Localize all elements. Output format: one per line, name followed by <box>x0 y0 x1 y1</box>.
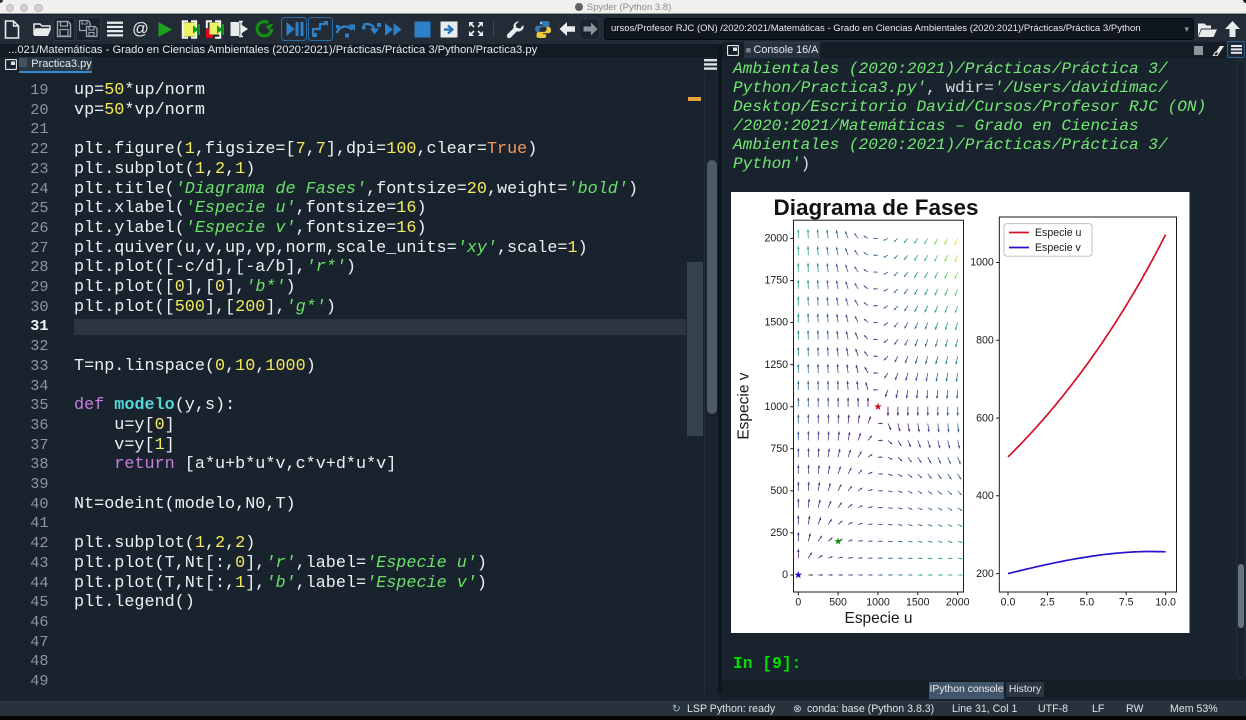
svg-text:750: 750 <box>770 443 788 455</box>
svg-text:7.5: 7.5 <box>1119 596 1134 608</box>
svg-text:1000: 1000 <box>866 596 890 608</box>
svg-text:1000: 1000 <box>970 257 994 269</box>
svg-text:250: 250 <box>770 527 788 539</box>
svg-text:5.0: 5.0 <box>1079 596 1094 608</box>
svg-text:400: 400 <box>976 490 994 502</box>
svg-text:0: 0 <box>782 569 788 581</box>
svg-text:200: 200 <box>976 568 994 580</box>
svg-text:1000: 1000 <box>764 401 788 413</box>
svg-text:2000: 2000 <box>946 596 970 608</box>
svg-text:1500: 1500 <box>764 317 788 329</box>
svg-text:1250: 1250 <box>764 359 788 371</box>
svg-text:10.0: 10.0 <box>1155 596 1176 608</box>
svg-text:600: 600 <box>976 412 994 424</box>
svg-text:Especie v: Especie v <box>736 372 753 439</box>
svg-text:1500: 1500 <box>906 596 930 608</box>
svg-text:Diagrama de Fases: Diagrama de Fases <box>774 195 979 220</box>
svg-text:0: 0 <box>795 596 801 608</box>
svg-text:500: 500 <box>829 596 847 608</box>
svg-text:800: 800 <box>976 334 994 346</box>
svg-text:Especie v: Especie v <box>1035 242 1082 254</box>
svg-text:2000: 2000 <box>764 233 788 245</box>
svg-text:Especie u: Especie u <box>844 610 912 627</box>
svg-text:2.5: 2.5 <box>1040 596 1055 608</box>
svg-text:1750: 1750 <box>764 275 788 287</box>
svg-text:Especie u: Especie u <box>1035 227 1082 239</box>
svg-text:0.0: 0.0 <box>1001 596 1016 608</box>
svg-text:500: 500 <box>770 485 788 497</box>
